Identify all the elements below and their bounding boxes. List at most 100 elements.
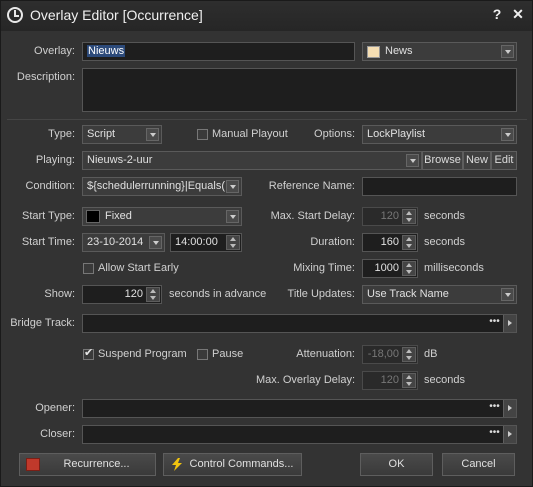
suspend-program-checkbox[interactable]	[83, 346, 94, 360]
attenuation-unit: dB	[424, 348, 438, 360]
chevron-right-icon[interactable]	[503, 426, 516, 443]
spin-arrows-icon[interactable]	[402, 235, 416, 250]
more-icon[interactable]: •••	[487, 400, 502, 417]
spin-arrows-icon[interactable]	[402, 261, 416, 276]
lightning-icon	[170, 458, 184, 471]
title-bar: Overlay Editor [Occurrence] ? ✕	[1, 1, 532, 31]
show-unit: seconds in advance	[169, 288, 267, 300]
show-spinner[interactable]: 120	[82, 285, 162, 304]
description-input[interactable]	[82, 68, 517, 112]
max-start-delay-value: 120	[380, 210, 399, 222]
show-value: 120	[124, 288, 143, 300]
window-title: Overlay Editor [Occurrence]	[30, 7, 203, 23]
edit-button[interactable]: Edit	[491, 151, 517, 170]
opener-label: Opener:	[35, 402, 75, 414]
recurrence-icon	[26, 458, 40, 471]
options-label: Options:	[314, 128, 355, 140]
pause-checkbox[interactable]	[197, 349, 208, 360]
condition-value: ${schedulerrunning}|Equals(	[87, 180, 226, 192]
max-start-delay-unit: seconds	[424, 210, 465, 222]
attenuation-spinner[interactable]: -18,00	[362, 345, 418, 364]
spin-arrows-icon[interactable]	[226, 235, 240, 250]
options-select[interactable]: LockPlaylist	[362, 125, 517, 144]
closer-label: Closer:	[40, 428, 75, 440]
overlay-category-select[interactable]: News	[362, 42, 517, 61]
spin-arrows-icon[interactable]	[402, 209, 416, 224]
condition-select[interactable]: ${schedulerrunning}|Equals(	[82, 177, 242, 196]
chevron-down-icon	[226, 210, 239, 223]
chevron-down-icon	[501, 288, 514, 301]
control-commands-button[interactable]: Control Commands...	[163, 453, 302, 476]
category-color-swatch	[367, 46, 380, 58]
type-value: Script	[87, 128, 116, 140]
start-type-color-swatch	[86, 210, 100, 223]
title-updates-value: Use Track Name	[367, 288, 449, 300]
closer-input[interactable]: •••	[82, 425, 517, 444]
duration-spinner[interactable]: 160	[362, 233, 418, 252]
condition-label: Condition:	[25, 180, 75, 192]
start-time-label: Start Time:	[21, 236, 75, 248]
overlay-name-input[interactable]: Nieuws	[82, 42, 355, 61]
start-date-value: 23-10-2014	[87, 236, 144, 248]
duration-label: Duration:	[310, 236, 355, 248]
more-icon[interactable]: •••	[487, 426, 502, 443]
max-overlay-delay-unit: seconds	[424, 374, 465, 386]
type-select[interactable]: Script	[82, 125, 162, 144]
more-icon[interactable]: •••	[487, 315, 502, 332]
playing-value: Nieuws-2-uur	[87, 154, 153, 166]
max-overlay-delay-label: Max. Overlay Delay:	[255, 374, 355, 386]
spin-arrows-icon[interactable]	[402, 347, 416, 362]
browse-button[interactable]: Browse	[422, 151, 463, 170]
reference-name-label: Reference Name:	[268, 180, 355, 192]
attenuation-label: Attenuation:	[296, 348, 355, 360]
chevron-down-icon	[149, 236, 162, 249]
chevron-down-icon	[226, 180, 239, 193]
bridge-track-label: Bridge Track:	[10, 317, 75, 329]
overlay-label: Overlay:	[34, 45, 75, 57]
start-type-select[interactable]: Fixed	[82, 207, 242, 226]
playing-select[interactable]: Nieuws-2-uur	[82, 151, 422, 170]
allow-start-early-label: Allow Start Early	[98, 262, 179, 274]
opener-input[interactable]: •••	[82, 399, 517, 418]
duration-value: 160	[380, 236, 399, 248]
chevron-right-icon[interactable]	[503, 315, 516, 332]
max-overlay-delay-spinner[interactable]: 120	[362, 371, 418, 390]
attenuation-value: -18,00	[367, 348, 399, 360]
ok-button[interactable]: OK	[360, 453, 433, 476]
title-updates-label: Title Updates:	[287, 288, 355, 300]
allow-start-early-checkbox[interactable]	[83, 263, 94, 274]
recurrence-button[interactable]: Recurrence...	[19, 453, 156, 476]
title-updates-select[interactable]: Use Track Name	[362, 285, 517, 304]
type-label: Type:	[48, 128, 75, 140]
start-time-spinner[interactable]: 14:00:00	[170, 233, 242, 252]
manual-playout-checkbox[interactable]	[197, 129, 208, 140]
separator	[7, 119, 527, 120]
spin-arrows-icon[interactable]	[402, 373, 416, 388]
cancel-button[interactable]: Cancel	[442, 453, 515, 476]
help-button[interactable]: ?	[488, 6, 506, 22]
chevron-down-icon	[146, 128, 159, 141]
new-button[interactable]: New	[463, 151, 491, 170]
chevron-down-icon	[501, 128, 514, 141]
mixing-time-spinner[interactable]: 1000	[362, 259, 418, 278]
max-overlay-delay-value: 120	[380, 374, 399, 386]
bridge-track-input[interactable]: •••	[82, 314, 517, 333]
start-type-value: Fixed	[105, 210, 132, 222]
pause-label: Pause	[212, 348, 244, 360]
start-date-picker[interactable]: 23-10-2014	[82, 233, 165, 252]
overlay-category-value: News	[385, 45, 413, 57]
mixing-time-value: 1000	[374, 262, 399, 274]
clock-icon	[7, 7, 23, 23]
max-start-delay-label: Max. Start Delay:	[270, 210, 355, 222]
close-button[interactable]: ✕	[509, 6, 527, 23]
reference-name-input[interactable]	[362, 177, 517, 196]
overlay-editor-window: Overlay Editor [Occurrence] ? ✕ Overlay:…	[0, 0, 533, 487]
show-label: Show:	[44, 288, 75, 300]
chevron-right-icon[interactable]	[503, 400, 516, 417]
start-type-label: Start Type:	[22, 210, 75, 222]
playing-label: Playing:	[35, 154, 75, 166]
mixing-time-label: Mixing Time:	[293, 262, 355, 274]
max-start-delay-spinner[interactable]: 120	[362, 207, 418, 226]
chevron-down-icon	[501, 45, 514, 58]
spin-arrows-icon[interactable]	[146, 287, 160, 302]
